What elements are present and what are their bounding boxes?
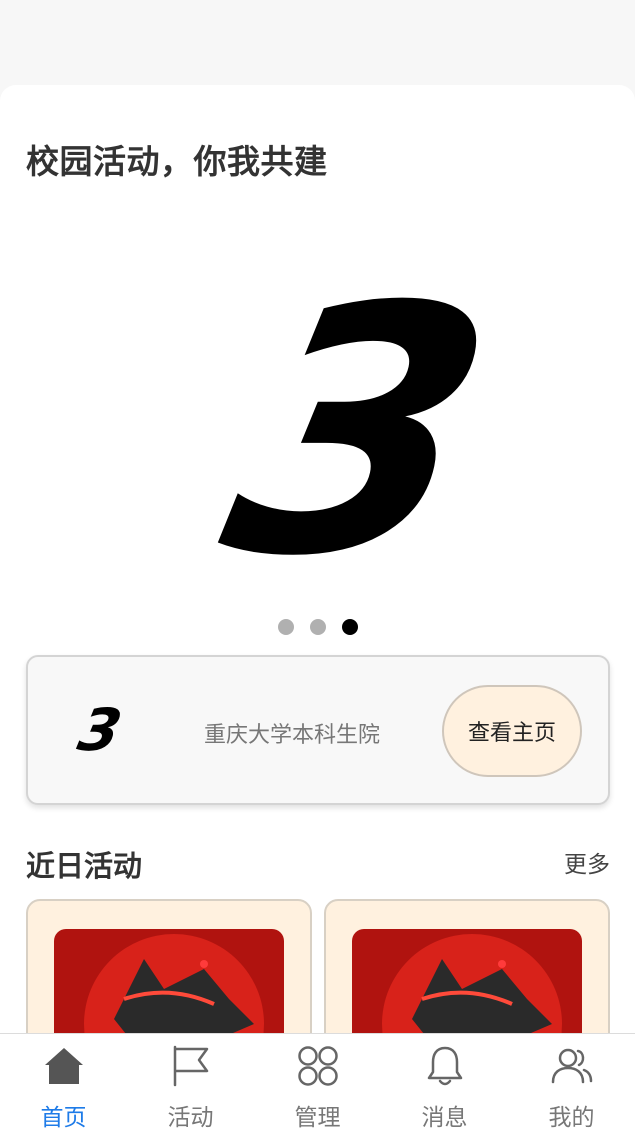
banner-carousel[interactable]: 3 xyxy=(0,195,635,632)
carousel-indicators xyxy=(0,619,635,635)
bottom-tabbar: 首页 活动 管理 消息 我的 xyxy=(0,1033,635,1132)
tab-activity[interactable]: 活动 xyxy=(127,1034,254,1132)
recent-activities-title: 近日活动 xyxy=(26,849,143,883)
carousel-dot-2[interactable] xyxy=(309,619,326,635)
org-name: 重庆大学本科生院 xyxy=(204,723,381,748)
main-sheet: 校园活动，你我共建 3 3 重庆大学本科生院 查看主页 近日活动 更多 xyxy=(0,85,635,1132)
banner-logo-text: 3 xyxy=(199,236,520,595)
view-homepage-button[interactable]: 查看主页 xyxy=(442,685,582,777)
tab-manage[interactable]: 管理 xyxy=(254,1034,381,1132)
grid-icon xyxy=(298,1046,338,1086)
tab-home[interactable]: 首页 xyxy=(0,1034,127,1132)
carousel-dot-3[interactable] xyxy=(341,619,358,635)
tab-label: 我的 xyxy=(548,1105,595,1131)
tab-label: 活动 xyxy=(167,1105,214,1131)
tab-label: 消息 xyxy=(421,1105,468,1131)
more-link[interactable]: 更多 xyxy=(564,845,610,879)
tab-label: 首页 xyxy=(40,1105,87,1131)
carousel-dot-1[interactable] xyxy=(277,619,294,635)
banner-logo-image: 3 xyxy=(199,236,520,632)
org-card[interactable]: 3 重庆大学本科生院 查看主页 xyxy=(26,655,610,805)
page-title: 校园活动，你我共建 xyxy=(26,142,328,181)
org-logo-text: 3 xyxy=(73,702,128,758)
org-logo: 3 xyxy=(73,702,128,758)
tab-mine[interactable]: 我的 xyxy=(508,1034,635,1132)
bell-icon xyxy=(427,1046,463,1086)
flag-icon xyxy=(173,1045,209,1087)
users-icon xyxy=(551,1048,593,1084)
tab-label: 管理 xyxy=(294,1105,341,1131)
home-icon xyxy=(45,1048,83,1084)
tab-messages[interactable]: 消息 xyxy=(381,1034,508,1132)
